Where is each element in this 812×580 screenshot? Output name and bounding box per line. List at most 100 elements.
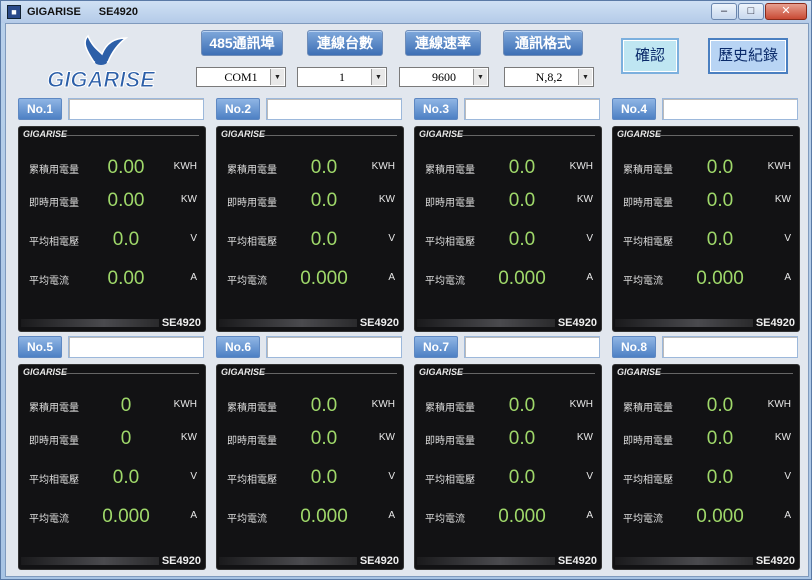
chevron-down-icon[interactable]: ▼ [473,69,487,85]
meter-row-energy: 累積用電量 0.0 KWH [217,395,405,416]
meter-status-bar [417,319,555,327]
baud-rate-button[interactable]: 連線速率 [405,30,481,56]
baud-rate-select[interactable]: 9600 ▼ [399,67,489,87]
data-format-select[interactable]: N,8,2 ▼ [504,67,594,87]
meter-panel: No.2 GIGARISE 累積用電量 0.0 KWH 即時用電量 0.0 KW 平均相電壓 0.… [216,98,405,332]
chevron-down-icon[interactable]: ▼ [578,69,592,85]
minimize-button[interactable]: – [711,3,737,20]
maximize-button[interactable]: □ [738,3,764,20]
app-icon: ■ [7,5,21,19]
meter-model: SE4920 [557,555,597,567]
voltage-value: 0.0 [112,467,140,488]
current-value: 0.000 [498,506,546,527]
meter-row-power: 即時用電量 0.0 KW [217,428,405,449]
meter-row-power: 即時用電量 0 KW [19,428,207,449]
energy-unit: KWH [569,399,593,410]
power-label: 即時用電量 [227,198,277,209]
meter-number-label: No.4 [612,98,656,120]
current-label: 平均電流 [227,276,267,287]
meter-number-label: No.3 [414,98,458,120]
power-unit: KW [378,432,395,443]
confirm-button[interactable]: 確認 [621,38,679,74]
meter-row-energy: 累積用電量 0 KWH [19,395,207,416]
meter-panel: No.1 GIGARISE 累積用電量 0.00 KWH 即時用電量 0.00 KW 平均相電壓… [18,98,207,332]
meter-name-field[interactable] [266,336,402,358]
meter-row-power: 即時用電量 0.0 KW [415,428,603,449]
current-value: 0.000 [696,268,744,289]
bird-icon [84,34,129,63]
meter-name-field[interactable] [464,98,600,120]
voltage-label: 平均相電壓 [227,475,277,486]
meter-row-energy: 累積用電量 0.0 KWH [613,157,801,178]
history-button[interactable]: 歷史紀錄 [708,38,788,74]
power-unit: KW [180,194,197,205]
meter-name-field[interactable] [662,98,798,120]
power-label: 即時用電量 [227,436,277,447]
energy-value: 0.0 [706,395,734,416]
meter-row-voltage: 平均相電壓 0.0 V [415,229,603,250]
divider [261,373,397,374]
meter-panel: No.6 GIGARISE 累積用電量 0.0 KWH 即時用電量 0.0 KW 平均相電壓 0.… [216,336,405,570]
title-model: SE4920 [98,6,138,18]
energy-unit: KWH [767,399,791,410]
power-unit: KW [774,194,791,205]
port-select[interactable]: COM1 ▼ [196,67,286,87]
current-value: 0.00 [107,268,145,289]
energy-value: 0.0 [310,395,338,416]
power-unit: KW [774,432,791,443]
close-button[interactable]: ✕ [765,3,807,20]
meter-display: GIGARISE 累積用電量 0 KWH 即時用電量 0 KW 平均相電壓 0.0 V 平均電流 0.… [18,364,206,570]
power-value: 0.0 [706,428,734,449]
power-value: 0.0 [508,190,536,211]
meter-name-field[interactable] [68,98,204,120]
meter-number-label: No.6 [216,336,260,358]
current-value: 0.000 [102,506,150,527]
meter-name-field[interactable] [266,98,402,120]
app-window: ■ GIGARISE SE4920 – □ ✕ GIGARISE 485通訊埠 … [0,0,812,580]
power-label: 即時用電量 [623,436,673,447]
power-label: 即時用電量 [623,198,673,209]
current-unit: A [190,272,197,283]
current-label: 平均電流 [29,276,69,287]
device-count-select[interactable]: 1 ▼ [297,67,387,87]
meter-row-current: 平均電流 0.000 A [613,268,801,289]
main-area: GIGARISE 485通訊埠 連線台數 連線速率 通訊格式 COM1 ▼ 1 … [5,23,809,577]
voltage-label: 平均相電壓 [29,475,79,486]
meter-panel: No.8 GIGARISE 累積用電量 0.0 KWH 即時用電量 0.0 KW 平均相電壓 0.… [612,336,800,570]
chevron-down-icon[interactable]: ▼ [371,69,385,85]
meter-display: GIGARISE 累積用電量 0.0 KWH 即時用電量 0.0 KW 平均相電壓 0.0 V 平均… [612,364,800,570]
current-value: 0.000 [300,268,348,289]
meter-status-bar [219,557,357,565]
current-label: 平均電流 [623,276,663,287]
power-label: 即時用電量 [425,436,475,447]
meter-number-label: No.8 [612,336,656,358]
meter-status-bar [219,319,357,327]
meter-name-field[interactable] [68,336,204,358]
power-label: 即時用電量 [29,198,79,209]
energy-value: 0 [120,395,132,416]
data-format-button[interactable]: 通訊格式 [503,30,583,56]
meter-row-power: 即時用電量 0.0 KW [613,428,801,449]
power-value: 0.0 [310,190,338,211]
meter-number-label: No.2 [216,98,260,120]
power-value: 0.0 [310,428,338,449]
current-value: 0.000 [300,506,348,527]
voltage-value: 0.0 [706,467,734,488]
port-button[interactable]: 485通訊埠 [201,30,283,56]
title-bar[interactable]: ■ GIGARISE SE4920 – □ ✕ [1,1,811,23]
divider [459,373,595,374]
meter-brand: GIGARISE [419,367,464,377]
meter-model: SE4920 [359,317,399,329]
meter-name-field[interactable] [464,336,600,358]
chevron-down-icon[interactable]: ▼ [270,69,284,85]
meter-row-current: 平均電流 0.00 A [19,268,207,289]
voltage-unit: V [388,233,395,244]
voltage-unit: V [784,233,791,244]
meter-status-bar [21,557,159,565]
meter-row-voltage: 平均相電壓 0.0 V [613,229,801,250]
device-count-button[interactable]: 連線台數 [307,30,383,56]
meter-row-energy: 累積用電量 0.0 KWH [415,157,603,178]
meter-row-energy: 累積用電量 0.0 KWH [217,157,405,178]
meter-name-field[interactable] [662,336,798,358]
data-format-value: N,8,2 [535,70,563,84]
